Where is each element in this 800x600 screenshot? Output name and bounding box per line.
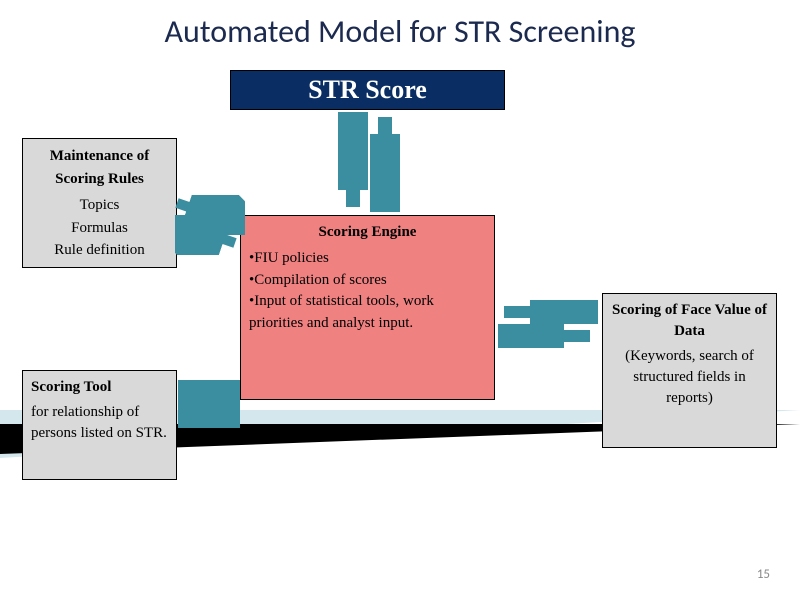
str-score-box: STR Score bbox=[230, 70, 505, 110]
face-body: (Keywords, search of structured fields i… bbox=[611, 346, 768, 409]
arrow-down-icon bbox=[370, 112, 400, 212]
maintenance-title: Maintenance of Scoring Rules bbox=[31, 145, 168, 190]
slide-title: Automated Model for STR Screening bbox=[0, 0, 800, 51]
maintenance-line: Formulas bbox=[31, 217, 168, 240]
scoring-engine-box: Scoring Engine •FIU policies •Compilatio… bbox=[240, 215, 495, 400]
face-title: Scoring of Face Value of Data bbox=[611, 300, 768, 342]
engine-bullet: •Input of statistical tools, work priori… bbox=[249, 291, 486, 335]
scoring-tool-box: Scoring Tool for relationship of persons… bbox=[22, 370, 177, 480]
arrow-left-icon bbox=[175, 215, 245, 255]
tool-title: Scoring Tool bbox=[31, 377, 168, 398]
maintenance-box: Maintenance of Scoring Rules Topics Form… bbox=[22, 138, 177, 268]
arrow-right-icon bbox=[178, 404, 240, 428]
maintenance-line: Topics bbox=[31, 194, 168, 217]
engine-bullet: •Compilation of scores bbox=[249, 270, 486, 292]
arrow-left-icon bbox=[498, 324, 598, 348]
engine-title: Scoring Engine bbox=[249, 222, 486, 244]
arrow-up-icon bbox=[338, 112, 368, 212]
arrow-left-icon bbox=[178, 380, 240, 404]
arrow-right-icon bbox=[498, 300, 598, 324]
tool-body: for relationship of persons listed on ST… bbox=[31, 402, 168, 444]
page-number: 15 bbox=[757, 567, 770, 582]
maintenance-line: Rule definition bbox=[31, 239, 168, 262]
face-value-box: Scoring of Face Value of Data (Keywords,… bbox=[602, 293, 777, 448]
engine-bullet: •FIU policies bbox=[249, 248, 486, 270]
